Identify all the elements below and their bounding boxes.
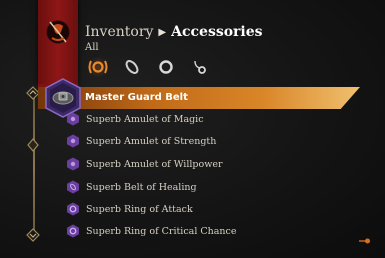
list-item-label: Superb Amulet of Magic [86, 113, 204, 125]
list-item-label: Superb Amulet of Willpower [86, 158, 223, 170]
list-item-label: Superb Amulet of Strength [86, 135, 217, 147]
amulet-icon [194, 60, 206, 74]
amulet-rarity-icon [67, 157, 79, 171]
list-item-label: Superb Ring of Critical Chance [86, 225, 237, 237]
list-item[interactable]: Superb Belt of Healing [66, 176, 197, 198]
scroll-down-ornament-icon[interactable] [26, 228, 40, 242]
breadcrumb-arrow-icon: ▶ [158, 26, 167, 38]
list-item-label: Superb Ring of Attack [86, 203, 193, 215]
list-item[interactable]: Superb Ring of Attack [66, 198, 193, 220]
list-item-selected-label: Master Guard Belt [85, 92, 188, 103]
scroll-thumb-ornament-icon[interactable] [26, 138, 40, 152]
ring-icon [159, 60, 173, 74]
scroll-hint-icon [359, 238, 370, 244]
list-item[interactable]: Superb Amulet of Magic [66, 108, 204, 130]
list-scroll-rail[interactable] [33, 96, 35, 234]
belt-rarity-icon [67, 180, 79, 194]
amulet-rarity-icon [67, 112, 79, 126]
belt-icon [125, 60, 139, 74]
breadcrumb: Inventory ▶ Accessories [85, 24, 263, 40]
list-item[interactable]: Superb Amulet of Strength [66, 130, 216, 152]
list-item[interactable]: Superb Ring of Critical Chance [66, 220, 237, 242]
ring-rarity-icon [67, 202, 79, 216]
breadcrumb-inventory[interactable]: Inventory [85, 24, 153, 40]
ring-rarity-icon [67, 224, 79, 238]
scroll-up-ornament-icon[interactable] [26, 86, 40, 100]
list-item[interactable]: Superb Amulet of Willpower [66, 153, 223, 175]
filter-bar [87, 57, 211, 77]
all-accessories-icon [88, 60, 108, 74]
filter-all-accessories[interactable] [87, 57, 109, 77]
filter-rings[interactable] [155, 57, 177, 77]
amulet-rarity-icon [67, 134, 79, 148]
list-item-label: Superb Belt of Healing [86, 181, 197, 193]
filter-amulets[interactable] [189, 57, 211, 77]
filter-belts[interactable] [121, 57, 143, 77]
breadcrumb-accessories: Accessories [171, 24, 263, 40]
crest-icon [46, 20, 70, 44]
subcategory-label: All [85, 42, 99, 53]
